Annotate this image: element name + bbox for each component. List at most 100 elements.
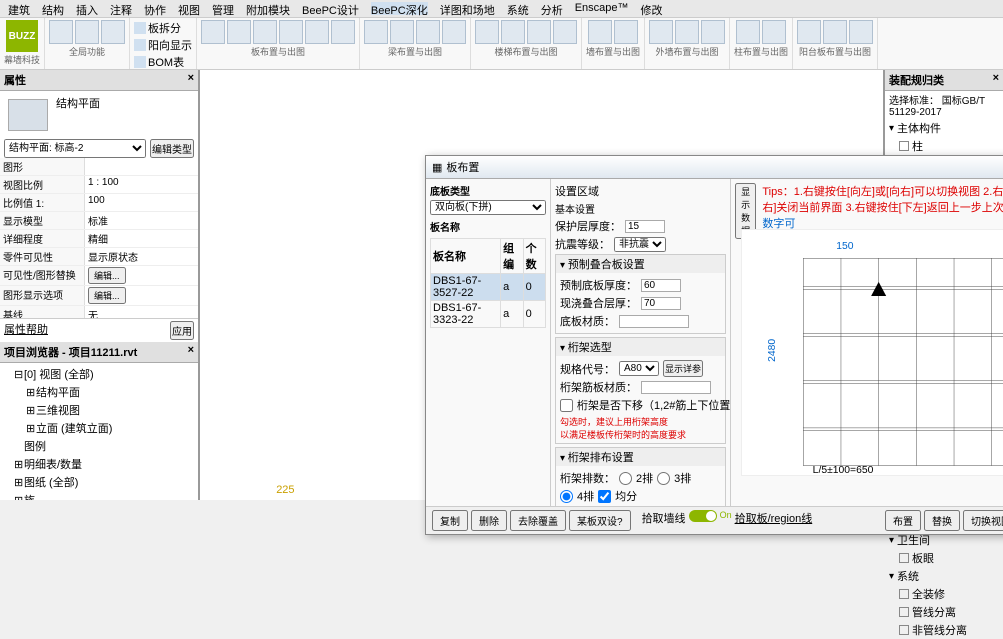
ribbon-small-btn[interactable]: 阳向显示	[148, 37, 192, 53]
buzz-logo[interactable]: BUZZ	[6, 20, 38, 52]
close-icon[interactable]: ×	[188, 72, 194, 88]
truss-mat-input[interactable]	[641, 381, 711, 394]
preview-canvas[interactable]: 150 2480 L/5±100=650	[741, 229, 1003, 476]
pick-wall-toggle[interactable]	[689, 510, 717, 522]
ribbon-button[interactable]	[675, 20, 699, 44]
menu-item[interactable]: 系统	[507, 2, 529, 15]
ribbon-button[interactable]	[390, 20, 414, 44]
close-icon[interactable]: ×	[188, 344, 194, 360]
ribbon-button[interactable]	[762, 20, 786, 44]
clear-button[interactable]: 去除覆盖	[510, 510, 566, 531]
ribbon-button[interactable]	[364, 20, 388, 44]
seismic-select[interactable]: 非抗震	[614, 237, 666, 252]
ribbon-button[interactable]	[49, 20, 73, 44]
ribbon-button[interactable]	[475, 20, 499, 44]
props-help-link[interactable]: 属性帮助	[4, 321, 48, 340]
prop-value[interactable]: 1 : 100	[85, 176, 198, 193]
tree-item[interactable]: 非管线分离	[885, 621, 1003, 639]
tree-item[interactable]: ⊞结构平面	[14, 383, 196, 401]
ribbon-small-btn[interactable]: 板拆分	[148, 20, 181, 36]
prop-value[interactable]: 精细	[85, 230, 198, 247]
menu-item[interactable]: 修改	[641, 2, 663, 15]
place-button[interactable]: 布置	[885, 510, 921, 531]
precast-thick-input[interactable]	[641, 279, 681, 292]
ribbon-button[interactable]	[442, 20, 466, 44]
tree-item[interactable]: ▾ 系统	[885, 567, 1003, 585]
replace-button[interactable]: 替换	[924, 510, 960, 531]
slab-type-select[interactable]: 双向板(下拼)	[430, 200, 546, 215]
ribbon-button[interactable]	[501, 20, 525, 44]
menu-item[interactable]: 视图	[178, 2, 200, 15]
show-detail-button[interactable]: 显示详参	[663, 360, 703, 377]
menu-item[interactable]: BeePC设计	[302, 2, 359, 15]
tree-item[interactable]: 全装修	[885, 585, 1003, 603]
switch-view-button[interactable]: 切换视图	[963, 510, 1003, 531]
edit-button[interactable]: 编辑...	[88, 267, 126, 284]
prop-value[interactable]	[85, 158, 198, 175]
menu-item[interactable]: 详图和场地	[440, 2, 495, 15]
ribbon-button[interactable]	[279, 20, 303, 44]
prop-value[interactable]: 显示原状态	[85, 248, 198, 265]
rows-radio[interactable]	[657, 472, 670, 485]
ribbon-button[interactable]	[614, 20, 638, 44]
collapse-header[interactable]: ▾ 预制叠合板设置	[556, 255, 725, 273]
tree-item[interactable]: ⊞图纸 (全部)	[14, 473, 196, 491]
tree-item[interactable]: 柱	[885, 137, 1003, 155]
apply-button[interactable]: 应用	[170, 321, 194, 340]
prop-value[interactable]: 标准	[85, 212, 198, 229]
ribbon-small-btn[interactable]: BOM表	[148, 54, 184, 70]
rows-radio[interactable]	[619, 472, 632, 485]
delete-button[interactable]: 删除	[471, 510, 507, 531]
canvas-area[interactable]: 225 230 235 240 ▦板布置 –□× 底板类型 双向板(下拼) 板名…	[200, 70, 883, 500]
tree-item[interactable]: 管线分离	[885, 603, 1003, 621]
ribbon-button[interactable]	[701, 20, 725, 44]
truss-spec-select[interactable]: A80	[619, 361, 659, 376]
even-check[interactable]	[598, 490, 611, 503]
prop-value[interactable]: 无	[85, 306, 198, 318]
table-row[interactable]: DBS1-67-3527-22a0	[431, 274, 546, 301]
menu-item[interactable]: Enscape™	[575, 2, 629, 15]
cast-thick-input[interactable]	[641, 297, 681, 310]
ribbon-button[interactable]	[649, 20, 673, 44]
collapse-header[interactable]: ▾ 桁架选型	[556, 338, 725, 356]
menu-item[interactable]: 注释	[110, 2, 132, 15]
standard-selector[interactable]: 选择标准： 国标GB/T 51129-2017	[885, 91, 1003, 119]
menu-item[interactable]: 分析	[541, 2, 563, 15]
tree-item[interactable]: ▾ 主体构件	[885, 119, 1003, 137]
tree-item[interactable]: ⊞族	[14, 491, 196, 500]
menu-item[interactable]: 插入	[76, 2, 98, 15]
ribbon-button[interactable]	[553, 20, 577, 44]
truss-shift-check[interactable]	[560, 399, 573, 412]
type-selector[interactable]: 结构平面: 标高-2	[4, 139, 146, 158]
table-row[interactable]: DBS1-67-3323-22a0	[431, 301, 546, 328]
rows-radio[interactable]	[560, 490, 573, 503]
material-input[interactable]	[619, 315, 689, 328]
ribbon-button[interactable]	[227, 20, 251, 44]
ribbon-button[interactable]	[305, 20, 329, 44]
close-icon[interactable]: ×	[993, 72, 999, 88]
prop-value[interactable]: 100	[85, 194, 198, 211]
ribbon-button[interactable]	[736, 20, 760, 44]
menu-item[interactable]: 附加模块	[246, 2, 290, 15]
edit-button[interactable]: 编辑...	[88, 287, 126, 304]
double-button[interactable]: 某板双设?	[569, 510, 631, 531]
tree-item[interactable]: ⊞立面 (建筑立面)	[14, 419, 196, 437]
ribbon-button[interactable]	[101, 20, 125, 44]
ribbon-button[interactable]	[527, 20, 551, 44]
ribbon-button[interactable]	[588, 20, 612, 44]
menu-item[interactable]: 协作	[144, 2, 166, 15]
ribbon-button[interactable]	[253, 20, 277, 44]
edit-type-button[interactable]: 编辑类型	[150, 139, 194, 158]
tree-item[interactable]: ⊞明细表/数量	[14, 455, 196, 473]
ribbon-button[interactable]	[416, 20, 440, 44]
ribbon-button[interactable]	[331, 20, 355, 44]
copy-button[interactable]: 复制	[432, 510, 468, 531]
collapse-header[interactable]: ▾ 桁架排布设置	[556, 448, 725, 466]
menu-item[interactable]: 结构	[42, 2, 64, 15]
ribbon-button[interactable]	[797, 20, 821, 44]
tree-item[interactable]: 板眼	[885, 549, 1003, 567]
menu-item[interactable]: BeePC深化	[371, 2, 428, 15]
ribbon-button[interactable]	[75, 20, 99, 44]
menu-item[interactable]: 管理	[212, 2, 234, 15]
tree-item[interactable]: ⊞三维视图	[14, 401, 196, 419]
